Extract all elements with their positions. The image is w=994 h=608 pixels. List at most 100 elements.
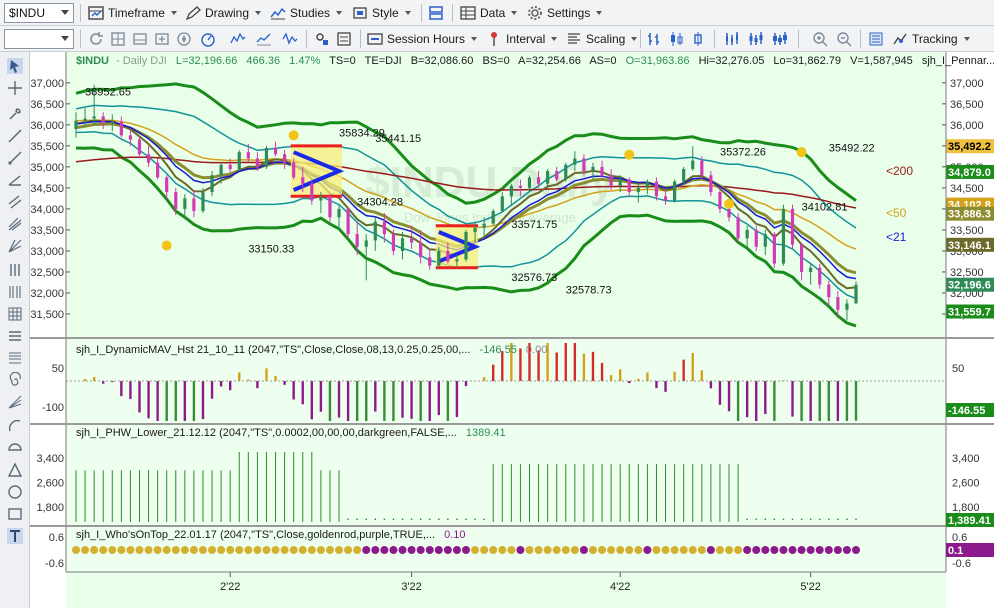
toolbar-divider [360, 30, 361, 48]
chart-style-icon[interactable] [230, 31, 246, 47]
zoom-out-icon[interactable] [836, 31, 852, 47]
ray-tool-icon[interactable] [7, 150, 23, 166]
triangle-tool-icon[interactable] [7, 462, 23, 478]
grid-tool-icon[interactable] [7, 306, 23, 322]
vertical-lines-icon[interactable] [7, 262, 23, 278]
who-dot [833, 546, 842, 554]
phw-axis-label: 1,800 [36, 502, 64, 514]
chart-zigzag-icon[interactable] [282, 31, 298, 47]
line-tool-icon[interactable] [7, 128, 23, 144]
candle-body [781, 208, 786, 264]
rectangle-tool-icon[interactable] [7, 506, 23, 522]
symbol-input[interactable]: $INDU [4, 3, 74, 23]
candle-body [854, 284, 858, 304]
candle-body [727, 208, 731, 218]
candle-body [273, 147, 278, 155]
bar-chart-icon[interactable] [646, 31, 662, 47]
chart-layout-icon[interactable] [132, 31, 148, 47]
timeframe-button[interactable]: Timeframe [88, 3, 177, 23]
channel-tool-icon[interactable] [7, 194, 23, 210]
chart-canvas[interactable]: $INDU Daily Dow Jones Industrial Average… [30, 52, 994, 608]
candle-body [491, 211, 495, 224]
chart-add-icon[interactable] [154, 31, 170, 47]
price-badge-label: 35,492.2 [948, 141, 991, 153]
date-axis-label: 5'22 [800, 581, 820, 593]
chart-window[interactable]: $INDU Daily Dow Jones Industrial Average… [30, 52, 994, 608]
half-circle-icon[interactable] [7, 440, 23, 456]
who-dot [824, 546, 833, 554]
phw-axis-label-right: 1,800 [952, 502, 980, 514]
who-dot [788, 546, 797, 554]
date-axis-label: 4'22 [610, 581, 630, 593]
candle-body [391, 234, 396, 251]
cycle-lines-icon[interactable] [7, 284, 23, 300]
fan-tool-icon[interactable] [7, 238, 23, 254]
candle-body [636, 187, 640, 193]
candles-large-icon[interactable] [772, 31, 788, 47]
who-dot [307, 546, 316, 554]
chart-type-select[interactable] [4, 29, 74, 49]
candle-body [682, 168, 686, 182]
candle-body [364, 240, 368, 247]
zoom-in-icon[interactable] [812, 31, 828, 47]
mav-panel-value: -146.55 [480, 344, 517, 356]
chevron-down-icon [170, 11, 177, 15]
spiral-icon[interactable] [7, 372, 23, 388]
data-window-icon[interactable] [868, 31, 884, 47]
candle-body [337, 208, 341, 218]
who-dot [208, 546, 217, 554]
horizontal-lines-icon[interactable] [7, 328, 23, 344]
price-annotation: 35372.26 [720, 147, 766, 159]
style-button[interactable]: Style [352, 3, 411, 23]
candle-body [845, 303, 849, 310]
candlestick-icon[interactable] [668, 31, 684, 47]
session-hours-button[interactable]: Session Hours [367, 29, 478, 49]
left-axis-label: 35,500 [30, 141, 64, 153]
who-dot [298, 546, 307, 554]
speed-lines-icon[interactable] [7, 394, 23, 410]
wrench-icon[interactable] [7, 106, 23, 122]
candles-medium-icon[interactable] [748, 31, 764, 47]
candle-body [790, 208, 795, 245]
interval-button[interactable]: Interval [486, 29, 558, 49]
candle-body [745, 229, 749, 239]
candles-small-icon[interactable] [724, 31, 740, 47]
compass-icon[interactable] [176, 31, 192, 47]
format-icon[interactable] [314, 31, 330, 47]
arc-tool-icon[interactable] [7, 418, 23, 434]
drawing-button[interactable]: Drawing [185, 3, 262, 23]
gauge-icon[interactable] [200, 31, 216, 47]
fibonacci-icon[interactable] [7, 350, 23, 366]
candle-body [110, 121, 114, 123]
chart-grid-icon[interactable] [110, 31, 126, 47]
chart-trend-icon[interactable] [256, 31, 272, 47]
who-dot [552, 546, 561, 554]
who-dot [806, 546, 815, 554]
pointer-icon[interactable] [7, 58, 23, 74]
who-dot [189, 546, 198, 554]
left-axis-label: 35,000 [30, 162, 64, 174]
mav-panel-title: sjh_I_DynamicMAV_Hst 21_10_11 (2047,"TS"… [76, 344, 470, 356]
text-tool-icon[interactable] [7, 528, 23, 544]
properties-icon[interactable] [336, 31, 352, 47]
studies-button[interactable]: Studies [270, 3, 343, 23]
pitchfork-icon[interactable] [7, 216, 23, 232]
data-button[interactable]: Data [460, 3, 518, 23]
who-dot [443, 546, 452, 554]
scaling-button[interactable]: Scaling [566, 29, 638, 49]
trend-angle-icon[interactable] [7, 172, 23, 188]
who-dot [81, 546, 90, 554]
tracking-button[interactable]: Tracking [892, 29, 970, 49]
candle-body [809, 267, 813, 272]
refresh-icon[interactable] [88, 31, 104, 47]
candle-body [600, 166, 604, 176]
candle-body [183, 198, 187, 209]
ellipse-tool-icon[interactable] [7, 484, 23, 500]
hollow-candle-icon[interactable] [690, 31, 706, 47]
who-dot [280, 546, 289, 554]
settings-button[interactable]: Settings [527, 3, 603, 23]
chevron-down-icon [511, 11, 518, 15]
crosshair-icon[interactable] [7, 80, 23, 96]
link-windows-icon[interactable] [428, 5, 444, 21]
timeframe-label: Timeframe [108, 6, 165, 20]
